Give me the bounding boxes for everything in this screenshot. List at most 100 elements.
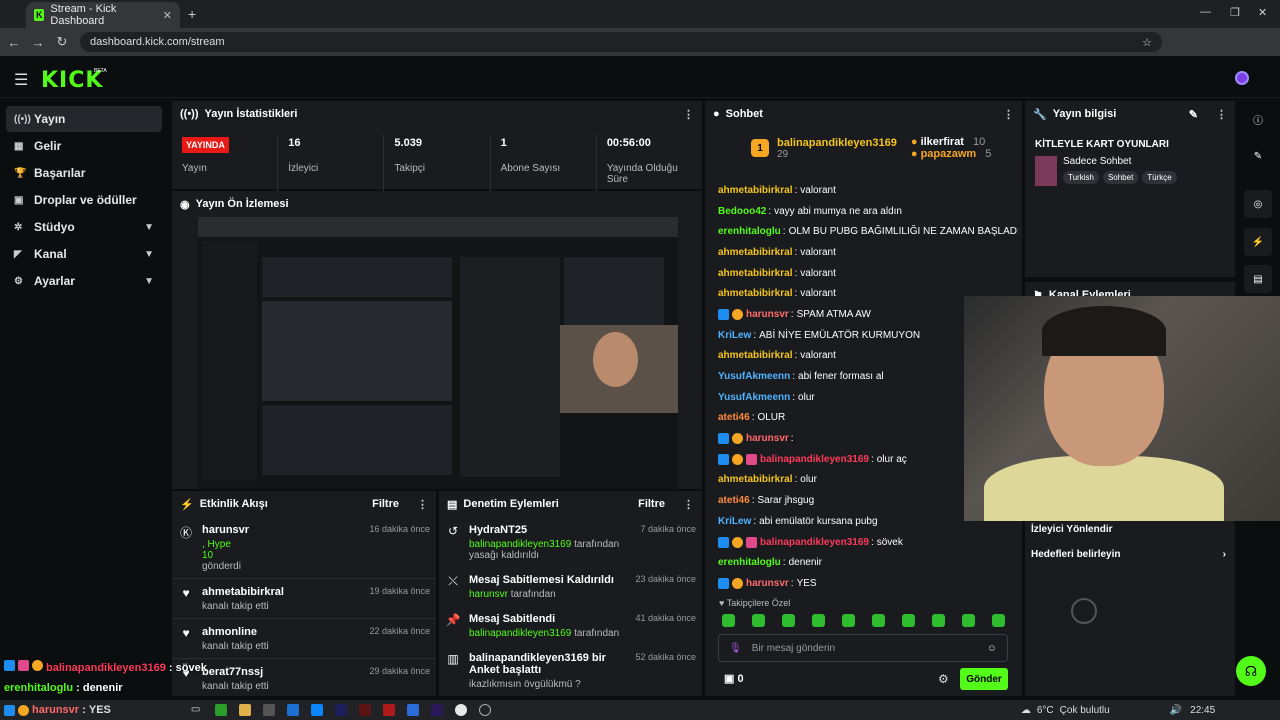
chat-username[interactable]: ahmetabibirkral	[718, 268, 792, 279]
lightning-icon[interactable]: ⚡	[1244, 228, 1272, 256]
broadcast-icon: ((•))	[180, 108, 199, 120]
restore-icon[interactable]: ❐	[1230, 6, 1240, 19]
emote[interactable]	[782, 614, 795, 627]
mod-time: 41 dakika önce	[635, 613, 696, 623]
obs-app-icon[interactable]	[478, 704, 491, 716]
explorer-app-icon[interactable]	[238, 704, 251, 716]
stat-uptime: 00:56:00 Yayında Olduğu Süre	[597, 135, 702, 191]
chat-username[interactable]: KriLew	[718, 516, 751, 527]
sidebar-item-droplar[interactable]: ▣ Droplar ve ödüller	[6, 187, 162, 213]
broadcast-icon: ((•))	[14, 113, 31, 125]
sidebar-item-gelir[interactable]: ▦ Gelir	[6, 133, 162, 159]
chat-username[interactable]: harunsvr	[746, 578, 789, 589]
chat-username[interactable]: erenhitaloglu	[718, 557, 781, 568]
chrome-active-icon[interactable]	[454, 704, 467, 716]
chat-text: valorant	[800, 184, 836, 196]
more-options-icon[interactable]: ⋮	[1003, 108, 1014, 121]
close-tab-icon[interactable]: ✕	[163, 9, 172, 22]
sidebar-item-ayarlar[interactable]: ⚙ Ayarlar ▼	[6, 268, 162, 294]
sidebar-item-label: Yayın	[34, 112, 66, 126]
sidebar-item-kanal[interactable]: ◤ Kanal ▼	[6, 241, 162, 267]
more-options-icon[interactable]: ⋮	[683, 498, 694, 511]
send-button[interactable]: Gönder	[960, 668, 1008, 690]
browser-tab[interactable]: K Stream - Kick Dashboard ✕	[26, 2, 180, 28]
chat-username[interactable]: harunsvr	[746, 433, 789, 444]
overlay-user: erenhitaloglu	[4, 682, 74, 694]
more-options-icon[interactable]: ⋮	[683, 108, 694, 121]
chat-input[interactable]: 🎙 Bir mesaj gönderin ☺	[718, 634, 1008, 662]
chat-count-value: 0	[737, 673, 744, 685]
chat-text: valorant	[800, 288, 836, 300]
pencil-icon[interactable]: ✎	[1244, 142, 1272, 170]
chat-username[interactable]: ahmetabibirkral	[718, 247, 792, 258]
emote[interactable]	[722, 614, 735, 627]
photoshop-app-icon[interactable]	[334, 704, 347, 716]
emote[interactable]	[902, 614, 915, 627]
panel-title: Yayın İstatistikleri	[204, 108, 298, 120]
menu-icon[interactable]: ☰	[14, 70, 28, 90]
edge-app-icon[interactable]	[310, 704, 323, 716]
user-avatar[interactable]	[1235, 71, 1249, 85]
app-icon[interactable]	[382, 704, 395, 716]
chat-username[interactable]: YusufAkmeenn	[718, 371, 790, 382]
chat-username[interactable]: harunsvr	[746, 309, 789, 320]
chat-username[interactable]: ahmetabibirkral	[718, 288, 792, 299]
minimize-icon[interactable]: —	[1200, 6, 1211, 18]
sidebar-item-yayin[interactable]: ((•)) Yayın	[6, 106, 162, 132]
new-tab-icon[interactable]: +	[188, 6, 196, 22]
address-bar[interactable]: dashboard.kick.com/stream ☆	[80, 32, 1162, 52]
speaker-icon[interactable]: 🔊	[1170, 705, 1182, 716]
chrome-app-icon[interactable]	[214, 704, 227, 716]
info-icon[interactable]: ⓘ	[1244, 105, 1272, 133]
chat-username[interactable]: ahmetabibirkral	[718, 350, 792, 361]
reload-icon[interactable]: ↻	[50, 34, 74, 50]
tag[interactable]: Sohbet	[1102, 171, 1139, 184]
app-icon[interactable]	[262, 704, 275, 716]
emoji-icon[interactable]: ☺	[987, 643, 997, 654]
set-goals-action[interactable]: Hedefleri belirleyin ›	[1031, 549, 1226, 560]
emote[interactable]	[962, 614, 975, 627]
sidebar-item-studyo[interactable]: ✲ Stüdyo ▼	[6, 214, 162, 240]
emote[interactable]	[992, 614, 1005, 627]
illustrator-app-icon[interactable]	[358, 704, 371, 716]
tag[interactable]: Türkçe	[1142, 171, 1177, 184]
tag[interactable]: Turkish	[1063, 171, 1099, 184]
chat-username[interactable]: balinapandikleyen3169	[760, 537, 869, 548]
badge-icon	[746, 536, 757, 548]
app-icon[interactable]	[286, 704, 299, 716]
filter-button[interactable]: Filtre	[638, 498, 665, 510]
chat-username[interactable]: ateti46	[718, 495, 750, 506]
emote[interactable]	[812, 614, 825, 627]
chat-username[interactable]: ateti46	[718, 412, 750, 423]
back-icon[interactable]: ←	[2, 35, 26, 50]
chat-username[interactable]: KriLew	[718, 330, 751, 341]
chat-username[interactable]: Bedooo42	[718, 206, 766, 217]
emote[interactable]	[842, 614, 855, 627]
forward-icon[interactable]: →	[26, 35, 50, 50]
microphone-icon[interactable]: 🎙	[729, 643, 742, 654]
camera-icon[interactable]: ◎	[1244, 190, 1272, 218]
chat-username[interactable]: ahmetabibirkral	[718, 474, 792, 485]
stream-preview-video[interactable]	[198, 217, 678, 489]
more-options-icon[interactable]: ⋮	[1216, 108, 1227, 121]
chat-username[interactable]: YusufAkmeenn	[718, 392, 790, 403]
chat-settings-icon[interactable]: ⚙	[938, 672, 949, 686]
emote[interactable]	[752, 614, 765, 627]
window-close-icon[interactable]: ✕	[1258, 6, 1267, 19]
raid-action[interactable]: İzleyici Yönlendir	[1031, 524, 1113, 535]
edit-icon[interactable]: ✎	[1189, 108, 1198, 121]
more-options-icon[interactable]: ⋮	[417, 498, 428, 511]
task-view-icon[interactable]: ▭	[191, 704, 203, 716]
emote[interactable]	[932, 614, 945, 627]
bookmark-star-icon[interactable]: ☆	[1142, 36, 1152, 49]
chat-username[interactable]: ahmetabibirkral	[718, 185, 792, 196]
sidebar-item-basarilar[interactable]: 🏆 Başarılar	[6, 160, 162, 186]
filter-button[interactable]: Filtre	[372, 498, 399, 510]
support-icon[interactable]: ☊	[1236, 656, 1266, 686]
document-icon[interactable]: ▤	[1244, 265, 1272, 293]
app-icon[interactable]	[406, 704, 419, 716]
premiere-app-icon[interactable]	[430, 704, 443, 716]
chat-username[interactable]: erenhitaloglu	[718, 226, 781, 237]
chat-username[interactable]: balinapandikleyen3169	[760, 454, 869, 465]
emote[interactable]	[872, 614, 885, 627]
